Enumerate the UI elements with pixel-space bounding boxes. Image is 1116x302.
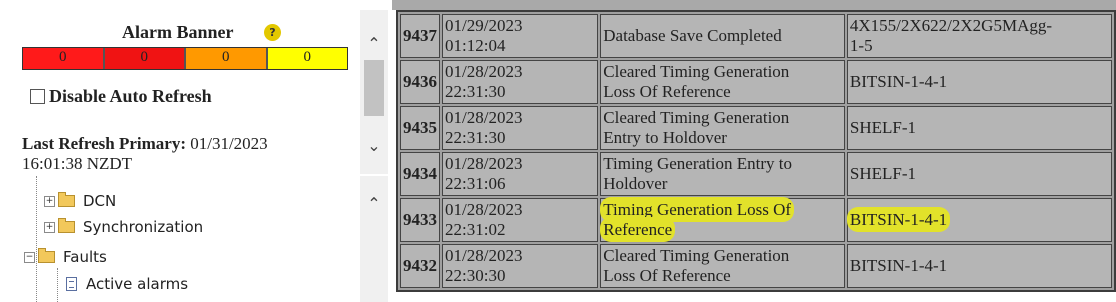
banner-scrollbar[interactable]: ⌃ ⌄ (360, 10, 388, 174)
event-time: 22:31:30 (445, 82, 506, 101)
event-description-line1: Timing Generation Loss Of (603, 200, 792, 219)
event-time: 22:30:30 (445, 266, 506, 285)
warning-alarm-count[interactable]: 0 (267, 48, 347, 69)
event-id: 9433 (400, 198, 440, 242)
last-refresh-time: 16:01:38 NZDT (22, 154, 133, 173)
last-refresh-label: Last Refresh Primary: (22, 134, 186, 153)
event-id: 9437 (400, 14, 440, 58)
table-row[interactable]: 9437 01/29/2023 01:12:04 Database Save Co… (400, 14, 1112, 58)
event-description-line1: Cleared Timing Generation (603, 108, 790, 127)
event-time: 22:31:30 (445, 128, 506, 147)
alarm-banner-panel: Alarm Banner ? 0 0 0 0 Disable Auto Refr… (14, 10, 360, 174)
event-timestamp: 01/28/2023 22:31:30 (442, 60, 599, 104)
table-row[interactable]: 9434 01/28/2023 22:31:06 Timing Generatio… (400, 152, 1112, 196)
event-description: Database Save Completed (600, 14, 845, 58)
disable-auto-refresh-checkbox[interactable] (30, 89, 45, 104)
table-header-strip (392, 0, 1116, 10)
event-timestamp: 01/28/2023 22:31:06 (442, 152, 599, 196)
tree-connector (57, 268, 58, 302)
event-timestamp: 01/28/2023 22:31:02 (442, 198, 599, 242)
left-panel: Alarm Banner ? 0 0 0 0 Disable Auto Refr… (0, 0, 392, 302)
tree-item-label: DCN (83, 192, 117, 210)
event-timestamp: 01/29/2023 01:12:04 (442, 14, 599, 58)
last-refresh-info: Last Refresh Primary: 01/31/2023 16:01:3… (22, 134, 342, 174)
tree-item-faults[interactable]: − Faults (24, 246, 107, 268)
event-description-line1: Cleared Timing Generation (603, 246, 790, 265)
tree-item-dcn[interactable]: + DCN (44, 190, 116, 212)
tree-scrollbar[interactable]: ⌃ (360, 176, 388, 302)
event-time: 01:12:04 (445, 36, 506, 55)
expand-plus-icon[interactable]: + (44, 221, 55, 233)
event-date: 01/28/2023 (445, 200, 523, 219)
event-description-line2: Loss Of Reference (603, 266, 731, 285)
event-aid: BITSIN-1-4-1 (846, 60, 1112, 104)
event-description: Timing Generation Loss Of Reference (600, 198, 845, 242)
event-timestamp: 01/28/2023 22:30:30 (442, 244, 599, 288)
minor-alarm-count[interactable]: 0 (186, 48, 268, 69)
event-time: 22:31:02 (445, 220, 506, 239)
alarm-banner-title: Alarm Banner (122, 22, 234, 42)
disable-auto-refresh-row[interactable]: Disable Auto Refresh (30, 86, 212, 107)
event-date: 01/29/2023 (445, 16, 523, 35)
tree-item-label: Faults (63, 248, 107, 266)
table-row[interactable]: 9432 01/28/2023 22:30:30 Cleared Timing G… (400, 244, 1112, 288)
event-description: Cleared Timing Generation Loss Of Referen… (600, 244, 845, 288)
event-aid: SHELF-1 (846, 106, 1112, 150)
help-icon[interactable]: ? (264, 24, 281, 41)
tree-item-label: Synchronization (83, 218, 204, 236)
event-aid-line1: BITSIN-1-4-1 (849, 210, 948, 229)
banner-scroll-thumb[interactable] (364, 60, 384, 116)
tree-item-label: Active alarms (86, 275, 189, 293)
event-aid: 4X155/2X622/2X2G5MAgg- 1-5 (846, 14, 1112, 58)
event-date: 01/28/2023 (445, 246, 523, 265)
event-id: 9435 (400, 106, 440, 150)
event-aid: BITSIN-1-4-1 (846, 244, 1112, 288)
folder-icon (58, 218, 75, 233)
table-row[interactable]: 9436 01/28/2023 22:31:30 Cleared Timing G… (400, 60, 1112, 104)
scroll-up-icon[interactable]: ⌃ (360, 190, 388, 218)
event-description-line2: Entry to Holdover (603, 128, 727, 147)
event-time: 22:31:06 (445, 174, 506, 193)
critical-alarm-count[interactable]: 0 (23, 48, 105, 69)
event-description-line2: Reference (603, 220, 673, 239)
event-id: 9436 (400, 60, 440, 104)
navigation-tree: + DCN + Synchronization − Faults Active … (14, 176, 360, 302)
event-description-line2: Loss Of Reference (603, 82, 731, 101)
major-alarm-count[interactable]: 0 (104, 48, 186, 69)
event-date: 01/28/2023 (445, 108, 523, 127)
open-folder-icon (38, 248, 55, 263)
event-date: 01/28/2023 (445, 154, 523, 173)
event-date: 01/28/2023 (445, 62, 523, 81)
event-description: Cleared Timing Generation Loss Of Referen… (600, 60, 845, 104)
table-row[interactable]: 9433 01/28/2023 22:31:02 Timing Generatio… (400, 198, 1112, 242)
event-description: Cleared Timing Generation Entry to Holdov… (600, 106, 845, 150)
folder-icon (58, 192, 75, 207)
alarm-severity-counts: 0 0 0 0 (22, 47, 348, 70)
table-row[interactable]: 9435 01/28/2023 22:31:30 Cleared Timing G… (400, 106, 1112, 150)
event-description: Timing Generation Entry to Holdover (600, 152, 845, 196)
expand-plus-icon[interactable]: + (44, 195, 55, 207)
event-aid-line2: 1-5 (849, 36, 873, 55)
event-description-line1: Timing Generation Entry to (603, 154, 792, 173)
event-log-table: 9437 01/29/2023 01:12:04 Database Save Co… (396, 10, 1116, 292)
event-timestamp: 01/28/2023 22:31:30 (442, 106, 599, 150)
event-id: 9432 (400, 244, 440, 288)
document-icon (66, 277, 77, 291)
event-aid: SHELF-1 (846, 152, 1112, 196)
event-id: 9434 (400, 152, 440, 196)
collapse-minus-icon[interactable]: − (24, 251, 35, 263)
disable-auto-refresh-label: Disable Auto Refresh (49, 86, 212, 106)
last-refresh-date: 01/31/2023 (190, 134, 268, 153)
tree-item-synchronization[interactable]: + Synchronization (44, 216, 203, 238)
tree-connector (36, 176, 37, 302)
scroll-down-icon[interactable]: ⌄ (360, 132, 388, 160)
event-aid: BITSIN-1-4-1 (846, 198, 1112, 242)
event-aid-line1: 4X155/2X622/2X2G5MAgg- (849, 16, 1053, 35)
event-description-line1: Cleared Timing Generation (603, 62, 790, 81)
event-log-panel: 9437 01/29/2023 01:12:04 Database Save Co… (392, 0, 1116, 302)
tree-item-active-alarms[interactable]: Active alarms (66, 273, 188, 295)
event-description-line2: Holdover (603, 174, 668, 193)
scroll-up-icon[interactable]: ⌃ (360, 30, 388, 58)
